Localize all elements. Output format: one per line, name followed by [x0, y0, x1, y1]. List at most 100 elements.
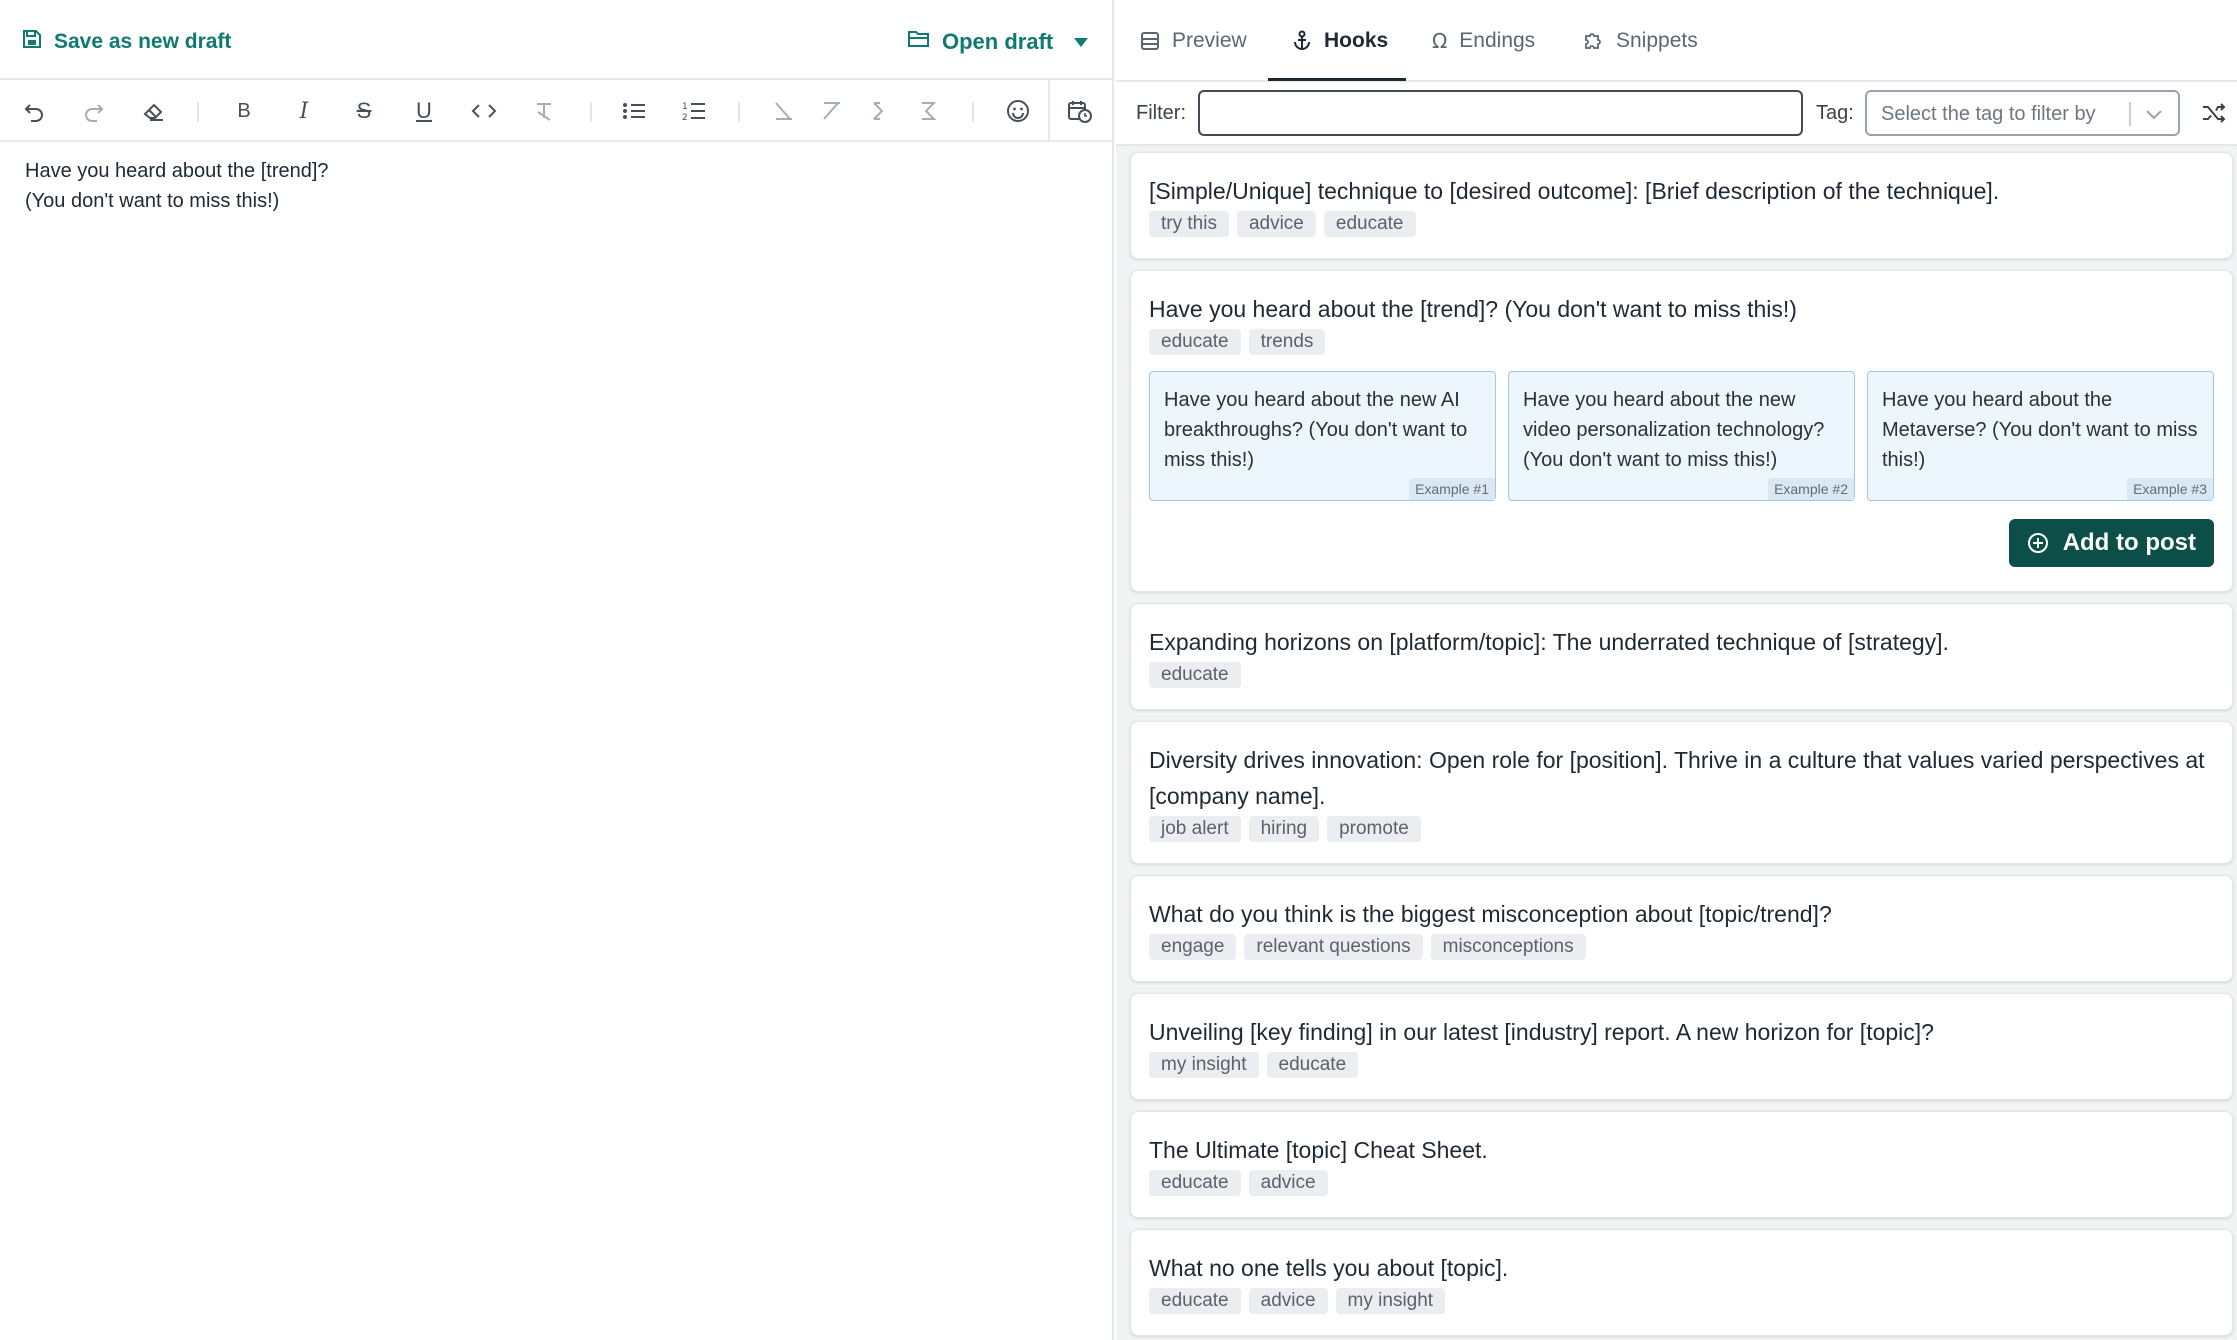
filter-input[interactable]: [1198, 90, 1803, 136]
hook-tag[interactable]: hiring: [1248, 816, 1320, 842]
svg-text:1: 1: [682, 102, 688, 112]
hook-tag[interactable]: my insight: [1149, 1052, 1259, 1078]
hook-card[interactable]: [Simple/Unique] technique to [desired ou…: [1130, 152, 2233, 259]
editor-line: (You don't want to miss this!): [25, 190, 280, 212]
bullet-list-button[interactable]: [614, 92, 654, 130]
underline-button[interactable]: U: [404, 92, 444, 130]
tab-label: Hooks: [1324, 29, 1389, 52]
hook-tag[interactable]: educate: [1149, 662, 1241, 688]
tag-filter-select[interactable]: Select the tag to filter by: [1865, 90, 2180, 136]
hook-tag[interactable]: educate: [1149, 1288, 1241, 1314]
bullet-list-icon: [623, 103, 645, 119]
hook-tag[interactable]: try this: [1149, 211, 1229, 237]
numbered-list-button[interactable]: 12: [674, 92, 714, 130]
library-pane: Preview Hooks Ω Endings Snippets Filter:…: [1116, 0, 2237, 1340]
hook-card[interactable]: What no one tells you about [topic]. edu…: [1130, 1229, 2233, 1336]
example-badge: Example #3: [2127, 478, 2213, 500]
example-badge: Example #2: [1768, 478, 1854, 500]
hook-tags: educate trends: [1149, 329, 2214, 355]
schedule-button[interactable]: [1060, 92, 1100, 130]
chevron-down-icon: [2141, 102, 2167, 128]
hook-tag[interactable]: trends: [1248, 329, 1326, 355]
hook-title: Diversity drives innovation: Open role f…: [1149, 747, 2205, 809]
redo-button[interactable]: [74, 92, 114, 130]
tab-snippets[interactable]: Snippets: [1582, 18, 1698, 64]
format-2-icon: [823, 102, 840, 120]
puzzle-icon: [1585, 33, 1601, 49]
tab-hooks[interactable]: Hooks: [1292, 18, 1388, 64]
hook-tag[interactable]: advice: [1236, 211, 1316, 237]
tag-label: Tag:: [1816, 102, 1854, 124]
hook-tag[interactable]: relevant questions: [1244, 934, 1423, 960]
save-draft-button[interactable]: Save as new draft: [22, 22, 231, 62]
clear-format-button[interactable]: [524, 92, 564, 130]
example-card[interactable]: Have you heard about the new AI breakthr…: [1149, 371, 1496, 501]
hook-card[interactable]: What do you think is the biggest misconc…: [1130, 875, 2233, 982]
hook-card[interactable]: Unveiling [key finding] in our latest [i…: [1130, 993, 2233, 1100]
format-option-2-button[interactable]: [812, 92, 852, 130]
example-card[interactable]: Have you heard about the Metaverse? (You…: [1867, 371, 2214, 501]
hook-tag[interactable]: educate: [1149, 1170, 1241, 1196]
hook-card[interactable]: Expanding horizons on [platform/topic]: …: [1130, 603, 2233, 710]
numbered-list-icon: 12: [682, 102, 705, 122]
toolbar-divider: [197, 102, 199, 122]
hook-tag[interactable]: educate: [1266, 1052, 1359, 1078]
hook-tag[interactable]: misconceptions: [1430, 934, 1586, 960]
post-editor[interactable]: Have you heard about the [trend]? (You d…: [0, 142, 1112, 1340]
bold-button[interactable]: B: [224, 92, 264, 130]
tab-preview[interactable]: Preview: [1140, 18, 1247, 64]
calendar-clock-icon: [1068, 101, 1092, 123]
hook-title: Expanding horizons on [platform/topic]: …: [1149, 629, 1949, 655]
hook-tag[interactable]: advice: [1248, 1288, 1328, 1314]
anchor-icon: [1294, 30, 1310, 50]
hook-tag[interactable]: educate: [1149, 329, 1241, 355]
hook-card[interactable]: The Ultimate [topic] Cheat Sheet. educat…: [1130, 1111, 2233, 1218]
hook-examples: Have you heard about the new AI breakthr…: [1149, 371, 2214, 501]
hook-actions: Add to post: [1149, 519, 2214, 567]
example-card[interactable]: Have you heard about the new video perso…: [1508, 371, 1855, 501]
add-to-post-button[interactable]: Add to post: [2008, 519, 2214, 567]
filter-label: Filter:: [1136, 102, 1186, 124]
open-draft-dropdown-toggle[interactable]: [1070, 32, 1092, 52]
format-4-icon: [922, 102, 937, 120]
tab-label: Preview: [1172, 29, 1247, 52]
hook-tag[interactable]: engage: [1149, 934, 1237, 960]
editor-pane: Save as new draft Open draft B I S U 1 2…: [0, 0, 1114, 1340]
code-icon: [471, 104, 497, 118]
hooks-list: [Simple/Unique] technique to [desired ou…: [1130, 152, 2233, 1340]
undo-button[interactable]: [14, 92, 54, 130]
example-text: Have you heard about the Metaverse? (You…: [1882, 389, 2198, 471]
plus-circle-icon: [2027, 533, 2048, 553]
hook-tag[interactable]: my insight: [1335, 1288, 1446, 1314]
format-option-4-button[interactable]: [908, 92, 948, 130]
hook-tag[interactable]: job alert: [1149, 816, 1241, 842]
example-text: Have you heard about the new AI breakthr…: [1164, 389, 1468, 471]
shuffle-button[interactable]: [2196, 94, 2234, 132]
hook-title: Unveiling [key finding] in our latest [i…: [1149, 1019, 1934, 1045]
eraser-button[interactable]: [134, 92, 174, 130]
format-option-1-button[interactable]: [764, 92, 804, 130]
open-draft-button[interactable]: Open draft: [908, 22, 1053, 62]
hook-tag[interactable]: advice: [1248, 1170, 1328, 1196]
strikethrough-button[interactable]: S: [344, 92, 384, 130]
tab-endings[interactable]: Ω Endings: [1432, 18, 1535, 64]
folder-icon: [908, 29, 930, 55]
hook-tag[interactable]: educate: [1323, 211, 1416, 237]
library-tabs: Preview Hooks Ω Endings Snippets: [1116, 0, 2237, 82]
emoji-button[interactable]: [998, 92, 1038, 130]
svg-text:2: 2: [682, 113, 688, 122]
hook-tags: educate: [1149, 662, 2214, 688]
hook-card-expanded[interactable]: Have you heard about the [trend]? (You d…: [1130, 270, 2233, 592]
hook-card[interactable]: Diversity drives innovation: Open role f…: [1130, 721, 2233, 864]
code-button[interactable]: [464, 92, 504, 130]
tab-label: Snippets: [1616, 29, 1698, 52]
italic-button[interactable]: I: [284, 92, 324, 130]
formatting-toolbar: B I S U 12: [0, 80, 1112, 142]
toolbar-divider: [972, 102, 974, 122]
hook-tag[interactable]: promote: [1327, 816, 1421, 842]
hook-tags: my insight educate: [1149, 1052, 2214, 1078]
format-3-icon: [873, 102, 884, 120]
format-option-3-button[interactable]: [860, 92, 900, 130]
toolbar-section-divider: [1048, 80, 1050, 142]
save-icon: [22, 29, 42, 55]
